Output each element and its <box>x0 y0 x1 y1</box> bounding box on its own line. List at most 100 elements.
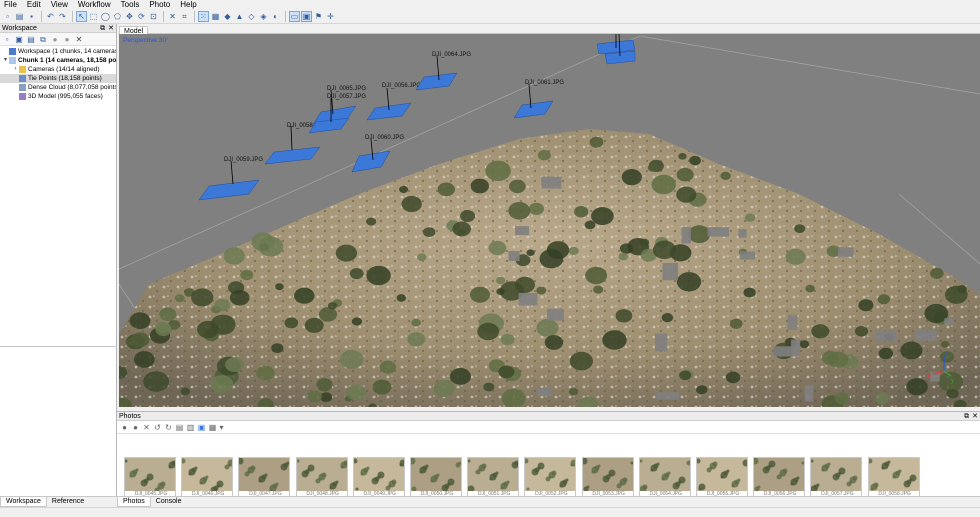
menu-workflow[interactable]: Workflow <box>77 0 112 9</box>
menu-edit[interactable]: Edit <box>26 0 42 9</box>
show-region-icon[interactable]: ▣ <box>301 10 312 22</box>
model-solid-icon[interactable]: ▲ <box>234 11 245 22</box>
show-cameras-icon[interactable]: ▭ <box>289 10 300 22</box>
workspace-splitter[interactable] <box>0 346 117 347</box>
model-wireframe-icon[interactable]: ◇ <box>246 11 257 22</box>
remove-camera-icon[interactable]: ✕ <box>142 423 151 432</box>
menu-photo[interactable]: Photo <box>148 0 171 9</box>
dense-cloud-view-icon[interactable]: ▦ <box>210 11 221 22</box>
undock-icon[interactable]: ⧉ <box>964 412 969 421</box>
tie-points-view-icon[interactable]: ⁙ <box>198 10 209 22</box>
menu-view[interactable]: View <box>50 0 69 9</box>
menu-help[interactable]: Help <box>179 0 197 9</box>
rotate-left-icon[interactable]: ↺ <box>153 423 162 432</box>
undo-icon[interactable]: ↶ <box>45 11 56 22</box>
camera-plane[interactable]: DJI_0060.JPG <box>351 135 404 173</box>
tree-item[interactable]: 3D Model (995,055 faces) <box>0 92 116 101</box>
add-photos-icon[interactable]: ▣ <box>14 34 24 44</box>
rotate-object-icon[interactable]: ⟳ <box>136 11 147 22</box>
photo-thumbnail[interactable]: DJI_0052.JPG <box>524 457 577 497</box>
menu-file[interactable]: File <box>3 0 18 9</box>
tab-workspace[interactable]: Workspace <box>0 497 47 507</box>
shrub <box>294 287 315 304</box>
photo-thumbnail[interactable]: DJI_0056.JPG <box>753 457 806 497</box>
photo-thumbnail[interactable]: DJI_0050.JPG <box>410 457 462 497</box>
camera-plane[interactable] <box>596 34 636 65</box>
tab-photos[interactable]: Photos <box>117 497 151 507</box>
shrub <box>251 232 275 252</box>
camera-frustum[interactable] <box>308 117 350 134</box>
expand-arrow-icon[interactable]: › <box>12 65 19 74</box>
camera-label: DJI_0060.JPG <box>365 135 404 141</box>
show-markers-icon[interactable]: ⚑ <box>313 11 324 22</box>
view-mode-icon[interactable]: ▦ <box>208 423 217 432</box>
rotate-right-icon[interactable]: ↻ <box>164 423 173 432</box>
reset-filter-icon[interactable]: ▤ <box>175 423 184 432</box>
scene-canvas[interactable]: DJI_0059.JPGDJI_0058.JPGDJI_0065.JPGDJI_… <box>119 34 980 407</box>
menu-tools[interactable]: Tools <box>120 0 141 9</box>
rectangle-selection-icon[interactable]: ⬚ <box>88 11 99 22</box>
photo-thumbnail[interactable]: DJI_0058.JPG <box>867 457 920 497</box>
camera-plane[interactable]: DJI_0064.JPG <box>415 52 471 91</box>
tree-item[interactable]: Workspace (1 chunks, 14 cameras) <box>0 47 116 56</box>
tree-item[interactable]: Tie Points (18,158 points) <box>0 74 116 83</box>
redo-icon[interactable]: ↷ <box>57 11 68 22</box>
photo-thumbnail[interactable]: DJI_0049.JPG <box>352 457 405 497</box>
save-project-icon[interactable]: ▪ <box>26 11 37 22</box>
close-icon[interactable]: ✕ <box>972 412 978 421</box>
camera-frustum[interactable] <box>264 146 321 165</box>
photo-thumbnail[interactable]: DJI_0045.JPG <box>124 457 176 497</box>
filter-by-marker-icon[interactable]: ▣ <box>197 423 206 432</box>
camera-frustum[interactable] <box>513 100 554 119</box>
move-object-icon[interactable]: ✥ <box>124 11 135 22</box>
model-shaded-icon[interactable]: ◆ <box>222 11 233 22</box>
tree-item[interactable]: › Cameras (14/14 aligned) <box>0 65 116 74</box>
chunk-icon <box>9 57 16 64</box>
photo-thumbnail[interactable]: DJI_0057.JPG <box>810 457 863 497</box>
camera-frustum[interactable] <box>366 102 412 121</box>
reset-view-icon[interactable]: ✛ <box>325 11 336 22</box>
camera-frustum[interactable] <box>351 150 391 173</box>
merge-chunks-icon[interactable]: ⧉ <box>38 34 48 44</box>
close-icon[interactable]: ✕ <box>108 24 114 33</box>
photo-thumbnail[interactable]: DJI_0054.JPG <box>638 457 691 497</box>
camera-frustum[interactable] <box>198 179 260 201</box>
camera-plane[interactable]: DJI_0056.JPG <box>366 83 421 121</box>
model-textured-icon[interactable]: ◈ <box>258 11 269 22</box>
enable-icon[interactable]: ● <box>50 34 60 44</box>
photo-thumbnail[interactable]: DJI_0051.JPG <box>467 457 520 497</box>
resize-region-icon[interactable]: ⊡ <box>148 11 159 22</box>
add-chunk-icon[interactable]: ▫ <box>2 34 12 44</box>
photo-thumbnail[interactable]: DJI_0048.JPG <box>295 457 348 497</box>
photo-thumbnail[interactable]: DJI_0046.JPG <box>181 457 234 497</box>
expand-arrow-icon[interactable]: ▾ <box>2 56 9 65</box>
photo-thumbnail[interactable]: DJI_0047.JPG <box>238 457 291 497</box>
tree-item[interactable]: ▾ Chunk 1 (14 cameras, 18,158 points) <box>0 56 116 65</box>
delete-selection-icon[interactable]: ✕ <box>167 11 178 22</box>
tiled-model-icon[interactable]: ◐ <box>270 11 281 22</box>
open-project-icon[interactable]: ▤ <box>14 11 25 22</box>
new-project-icon[interactable]: ▫ <box>2 11 13 22</box>
circle-selection-icon[interactable]: ◯ <box>100 11 111 22</box>
camera-plane[interactable]: DJI_0061.JPG <box>513 80 564 119</box>
tab-reference[interactable]: Reference <box>47 497 89 507</box>
model-viewport[interactable]: DJI_0059.JPG DJI_0058.JPG DJI_0065.JPG DJI_… <box>119 34 980 407</box>
tree-item[interactable]: Dense Cloud (8,077,058 points, High qual… <box>0 83 116 92</box>
disable-icon[interactable]: ● <box>62 34 72 44</box>
view-mode-dropdown-icon[interactable]: ▾ <box>219 423 224 432</box>
camera-plane[interactable]: DJI_0059.JPG <box>198 157 263 201</box>
disable-camera-icon[interactable]: ● <box>131 423 140 432</box>
free-form-selection-icon[interactable]: ⬠ <box>112 11 123 22</box>
tab-console[interactable]: Console <box>151 497 187 507</box>
crop-selection-icon[interactable]: ⌗ <box>179 11 190 22</box>
undock-icon[interactable]: ⧉ <box>100 24 105 33</box>
camera-frustum[interactable] <box>415 72 458 91</box>
add-folder-icon[interactable]: ▤ <box>26 34 36 44</box>
photo-thumbnail[interactable]: DJI_0055.JPG <box>696 457 748 497</box>
navigation-icon[interactable]: ↖ <box>76 10 87 22</box>
enable-camera-icon[interactable]: ● <box>120 423 129 432</box>
shrub <box>744 213 756 222</box>
filter-by-selection-icon[interactable]: ▥ <box>186 423 195 432</box>
photo-thumbnail[interactable]: DJI_0053.JPG <box>581 457 634 497</box>
remove-items-icon[interactable]: ✕ <box>74 34 84 44</box>
